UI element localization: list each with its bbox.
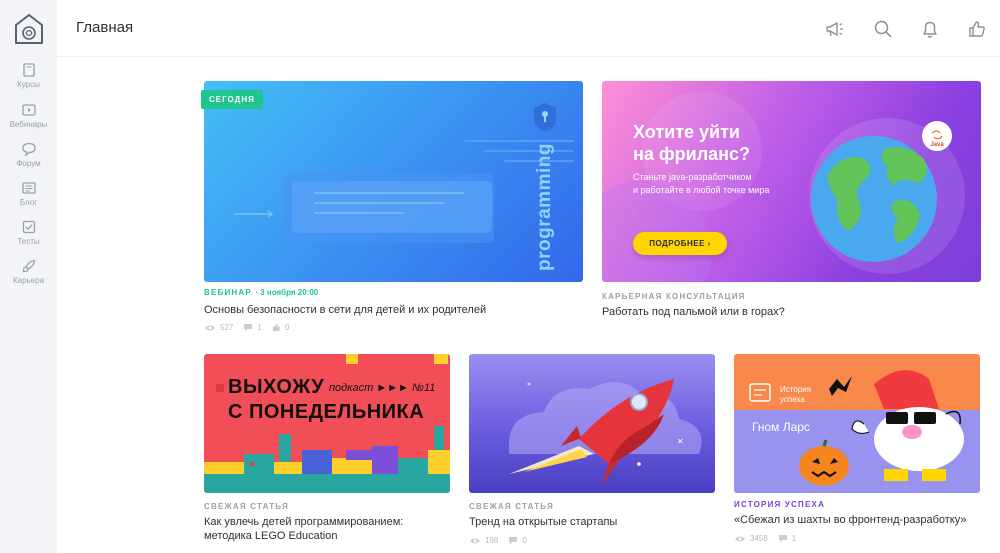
card-image[interactable]: ВЫХОЖУ подкаст ►►► №11 С ПОНЕДЕЛЬНИКА	[204, 354, 450, 493]
card-title[interactable]: Как увлечь детей программированием: мето…	[204, 515, 454, 543]
card-image[interactable]: Java Хотите уйти на фриланс? Станьте jav…	[602, 81, 981, 282]
rocket-icon	[22, 259, 35, 273]
sidebar-item-label: Форум	[16, 159, 41, 168]
eye-icon	[470, 538, 480, 543]
newspaper-icon	[21, 182, 36, 194]
logo-icon[interactable]	[14, 13, 44, 45]
rocket-illustration: ✕	[509, 379, 702, 486]
thumbs-up-icon[interactable]	[966, 18, 988, 40]
card-image[interactable]: История успеха Гном Ларс	[734, 354, 980, 493]
java-logo-text: Java	[930, 142, 944, 148]
sidebar-item-label: Вебинары	[9, 120, 48, 129]
image-title-line1: ВЫХОЖУ	[228, 376, 325, 398]
sidebar-item-courses[interactable]: Курсы	[0, 62, 57, 89]
search-icon[interactable]	[872, 18, 894, 40]
card-category: СВЕЖАЯ СТАТЬЯ	[469, 502, 554, 511]
event-date: · 3 ноября 20:00	[255, 288, 319, 297]
megaphone-icon[interactable]	[824, 18, 846, 40]
banner-subtext-line: и работайте в любой точке мира	[633, 185, 770, 195]
image-label: История успеха	[780, 385, 811, 405]
image-hero-name: Гном Ларс	[752, 420, 810, 434]
sidebar: Курсы Вебинары Форум Блог Тесты Карьера	[0, 0, 57, 553]
card-title[interactable]: Работать под пальмой или в горах?	[602, 305, 982, 319]
category-label: ВЕБИНАР	[204, 288, 252, 297]
banner-subtext: Станьте java-разработчиком и работайте в…	[633, 171, 769, 197]
banner-headline-line: на фриланс?	[633, 144, 751, 164]
banner-headline-line: Хотите уйти	[633, 122, 740, 142]
image-caption: programming	[534, 143, 555, 271]
card-image[interactable]: ✕	[469, 354, 715, 493]
comments-count: 1	[791, 534, 797, 543]
card-category: ИСТОРИЯ УСПЕХА	[734, 500, 826, 509]
card-stats: 3458 1	[734, 534, 796, 543]
video-icon	[21, 104, 36, 116]
page-title: Главная	[76, 19, 134, 36]
sidebar-item-label: Курсы	[17, 80, 40, 89]
card-image[interactable]: programming	[204, 81, 583, 282]
sidebar-item-tests[interactable]: Тесты	[0, 219, 57, 246]
comments-count: 1	[257, 323, 262, 332]
comment-icon	[778, 535, 787, 543]
book-icon	[22, 63, 35, 77]
sidebar-item-label: Тесты	[17, 237, 40, 246]
sidebar-item-label: Блог	[19, 198, 38, 207]
sidebar-item-forum[interactable]: Форум	[0, 141, 57, 168]
comment-icon	[244, 324, 253, 332]
card-category: КАРЬЕРНАЯ КОНСУЛЬТАЦИЯ	[602, 292, 746, 301]
views-count: 527	[220, 323, 234, 332]
image-label-line: История	[780, 385, 812, 394]
card-category: СВЕЖАЯ СТАТЬЯ	[204, 502, 289, 511]
card-stats: 198 0	[469, 536, 527, 545]
sidebar-item-career[interactable]: Карьера	[0, 258, 57, 285]
sidebar-item-label: Карьера	[12, 276, 45, 285]
likes-count: 0	[284, 323, 290, 332]
image-title-line2: С ПОНЕДЕЛЬНИКА	[228, 401, 425, 423]
card-title[interactable]: Тренд на открытые стартапы	[469, 515, 719, 529]
like-icon	[272, 323, 280, 332]
card-title[interactable]: Основы безопасности в сети для детей и и…	[204, 303, 584, 317]
comment-icon	[509, 537, 518, 545]
eye-icon	[735, 536, 745, 541]
chat-icon	[21, 142, 36, 157]
image-label-line: успеха	[780, 395, 805, 404]
programming-illustration	[234, 103, 574, 243]
more-button[interactable]: ПОДРОБНЕЕ ›	[633, 232, 727, 255]
sidebar-item-webinars[interactable]: Вебинары	[0, 102, 57, 129]
comments-count: 0	[522, 536, 527, 545]
eye-icon	[205, 325, 215, 330]
views-count: 3458	[750, 534, 768, 543]
checkbox-icon	[22, 220, 35, 234]
today-badge: СЕГОДНЯ	[201, 90, 263, 109]
card-title[interactable]: «Сбежал из шахты во фронтенд-разработку»	[734, 513, 984, 527]
sidebar-item-blog[interactable]: Блог	[0, 180, 57, 207]
banner-subtext-line: Станьте java-разработчиком	[633, 172, 752, 182]
top-header: Главная	[57, 0, 1000, 57]
card-stats: 527 1 0	[204, 323, 289, 332]
card-category: ВЕБИНАР · 3 ноября 20:00	[204, 288, 318, 297]
views-count: 198	[485, 536, 499, 545]
image-podcast-label: подкаст ►►► №11	[329, 382, 436, 394]
bell-icon[interactable]	[919, 18, 941, 40]
svg-text:✕: ✕	[677, 437, 684, 446]
banner-headline: Хотите уйти на фриланс?	[633, 121, 750, 165]
